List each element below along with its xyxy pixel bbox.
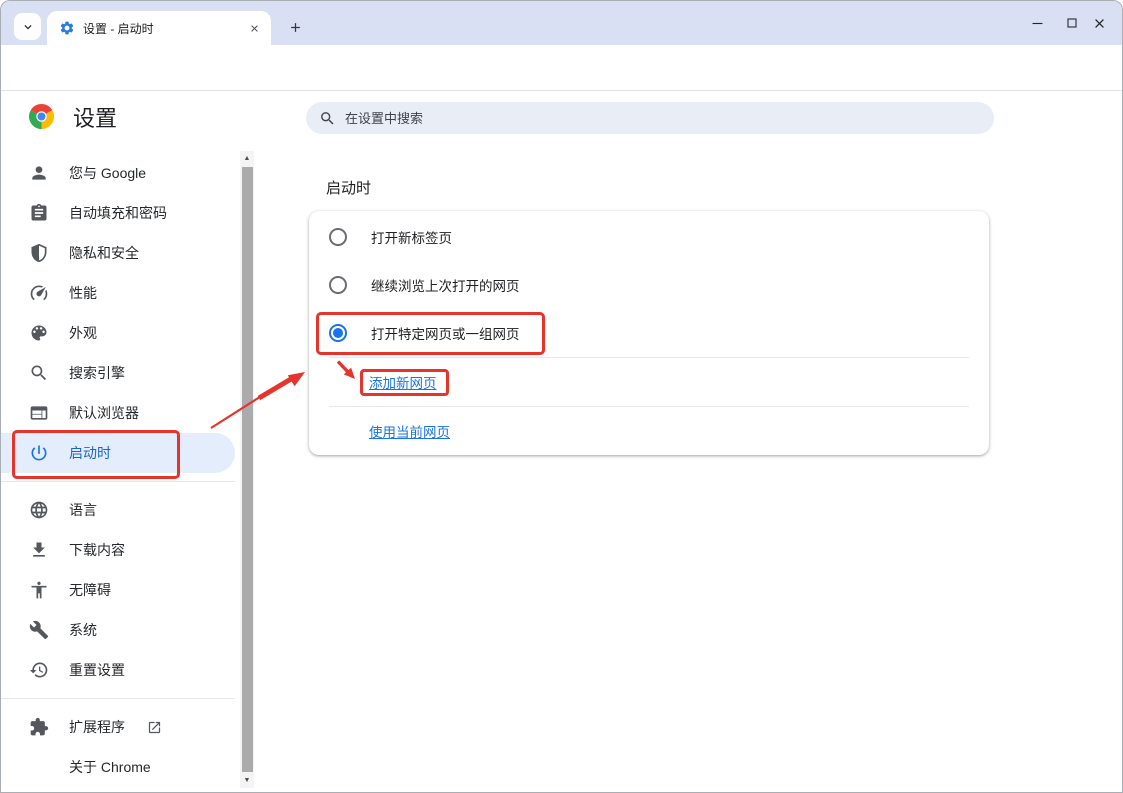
chrome-icon [29, 757, 49, 777]
sidebar-item-label: 语言 [69, 502, 97, 518]
globe-icon [29, 500, 49, 520]
power-icon [29, 443, 49, 463]
sidebar-item-label: 启动时 [69, 445, 111, 461]
startup-option-open-specific-pages[interactable]: 打开特定网页或一组网页 [309, 309, 989, 357]
sidebar-item-accessibility[interactable]: 无障碍 [1, 570, 235, 610]
sidebar-item-system[interactable]: 系统 [1, 610, 235, 650]
speedometer-icon [29, 283, 49, 303]
settings-search-input[interactable] [345, 110, 984, 126]
startup-option-open-new-tab[interactable]: 打开新标签页 [309, 213, 989, 261]
chrome-logo-icon [29, 104, 54, 129]
palette-icon [29, 323, 49, 343]
sidebar-item-you-and-google[interactable]: 您与 Google [1, 153, 235, 193]
chevron-down-icon [21, 20, 35, 34]
minimize-icon [1029, 15, 1046, 32]
sidebar-item-label: 扩展程序 [69, 719, 125, 735]
radio-button[interactable] [329, 324, 347, 342]
sidebar-item-downloads[interactable]: 下载内容 [1, 530, 235, 570]
download-icon [29, 540, 49, 560]
wrench-icon [29, 620, 49, 640]
startup-option-label: 打开新标签页 [371, 231, 452, 246]
scroll-up-icon[interactable]: ▲ [240, 151, 254, 166]
settings-page: 设置 您与 Google 自动填充和密码 隐私和安全 性能 外观 搜索引擎 默认… [1, 91, 1122, 792]
sidebar-item-languages[interactable]: 语言 [1, 490, 235, 530]
sidebar-item-label: 外观 [69, 325, 97, 341]
add-new-page-link[interactable]: 添加新网页 [369, 372, 437, 392]
add-new-page-row: 添加新网页 [309, 358, 989, 406]
page-title: 设置 [73, 106, 118, 131]
search-icon [319, 110, 336, 127]
startup-options: 打开新标签页 继续浏览上次打开的网页 打开特定网页或一组网页 [309, 213, 989, 357]
sidebar-item-label: 无障碍 [69, 582, 111, 598]
sidebar-item-about-chrome[interactable]: 关于 Chrome [1, 747, 235, 787]
plus-icon [288, 20, 303, 35]
window-close-button[interactable] [1084, 9, 1114, 37]
sidebar-item-label: 关于 Chrome [69, 759, 151, 775]
tab-title: 设置 - 启动时 [83, 21, 154, 36]
sidebar-item-label: 性能 [69, 285, 97, 301]
tab-search-button[interactable] [14, 13, 41, 40]
use-current-pages-link[interactable]: 使用当前网页 [369, 421, 450, 441]
maximize-icon [1064, 15, 1080, 31]
sidebar-item-appearance[interactable]: 外观 [1, 313, 235, 353]
radio-button[interactable] [329, 228, 347, 246]
browser-icon [29, 403, 49, 423]
sidebar-item-label: 系统 [69, 622, 97, 638]
reset-icon [29, 660, 49, 680]
window-maximize-button[interactable] [1057, 9, 1087, 37]
new-tab-button[interactable] [282, 14, 309, 41]
sidebar-item-label: 重置设置 [69, 662, 125, 678]
startup-option-continue-previous[interactable]: 继续浏览上次打开的网页 [309, 261, 989, 309]
sidebar-item-performance[interactable]: 性能 [1, 273, 235, 313]
tab-close-button[interactable] [245, 19, 263, 37]
sidebar-item-label: 默认浏览器 [69, 405, 139, 421]
menu-divider [1, 698, 235, 699]
sidebar-item-label: 隐私和安全 [69, 245, 139, 261]
scrollbar-thumb[interactable] [241, 167, 253, 772]
sidebar-scrollbar[interactable]: ▲ ▼ [240, 151, 254, 788]
settings-menu: 您与 Google 自动填充和密码 隐私和安全 性能 外观 搜索引擎 默认浏览器… [1, 153, 235, 787]
sidebar-item-label: 您与 Google [69, 165, 147, 181]
startup-links: 添加新网页 使用当前网页 [309, 357, 989, 455]
startup-option-label: 继续浏览上次打开的网页 [371, 279, 520, 294]
startup-card: 打开新标签页 继续浏览上次打开的网页 打开特定网页或一组网页 添加新网页 使用当… [309, 211, 989, 455]
person-icon [29, 163, 49, 183]
browser-window: 设置 - 启动时 Chrom [0, 0, 1123, 793]
sidebar-item-search-engine[interactable]: 搜索引擎 [1, 353, 235, 393]
browser-toolbar: Chrome chrome://settings/onStartup [1, 45, 1122, 127]
sidebar-item-extensions[interactable]: 扩展程序 [1, 707, 235, 747]
shield-icon [29, 243, 49, 263]
radio-button[interactable] [329, 276, 347, 294]
sidebar-item-reset-settings[interactable]: 重置设置 [1, 650, 235, 690]
settings-search[interactable] [306, 102, 994, 134]
menu-divider [1, 481, 235, 482]
startup-option-label: 打开特定网页或一组网页 [371, 327, 520, 342]
search-icon [29, 363, 49, 383]
use-current-pages-row: 使用当前网页 [309, 407, 989, 455]
tab-strip: 设置 - 启动时 [1, 1, 1122, 45]
sidebar-item-default-browser[interactable]: 默认浏览器 [1, 393, 235, 433]
scroll-down-icon[interactable]: ▼ [240, 773, 254, 788]
sidebar-item-label: 搜索引擎 [69, 365, 125, 381]
sidebar-item-label: 自动填充和密码 [69, 205, 167, 221]
puzzle-icon [29, 717, 49, 737]
section-heading: 启动时 [326, 180, 372, 197]
external-link-icon [147, 720, 162, 735]
window-minimize-button[interactable] [1022, 9, 1052, 37]
sidebar-item-label: 下载内容 [69, 542, 125, 558]
active-tab[interactable]: 设置 - 启动时 [47, 11, 271, 45]
close-icon [1092, 16, 1107, 31]
accessibility-icon [29, 580, 49, 600]
sidebar-item-on-startup[interactable]: 启动时 [1, 433, 235, 473]
autofill-icon [29, 203, 49, 223]
sidebar-item-autofill-and-passwords[interactable]: 自动填充和密码 [1, 193, 235, 233]
close-icon [249, 23, 260, 34]
settings-gear-favicon-icon [59, 20, 75, 36]
sidebar-item-privacy-and-security[interactable]: 隐私和安全 [1, 233, 235, 273]
